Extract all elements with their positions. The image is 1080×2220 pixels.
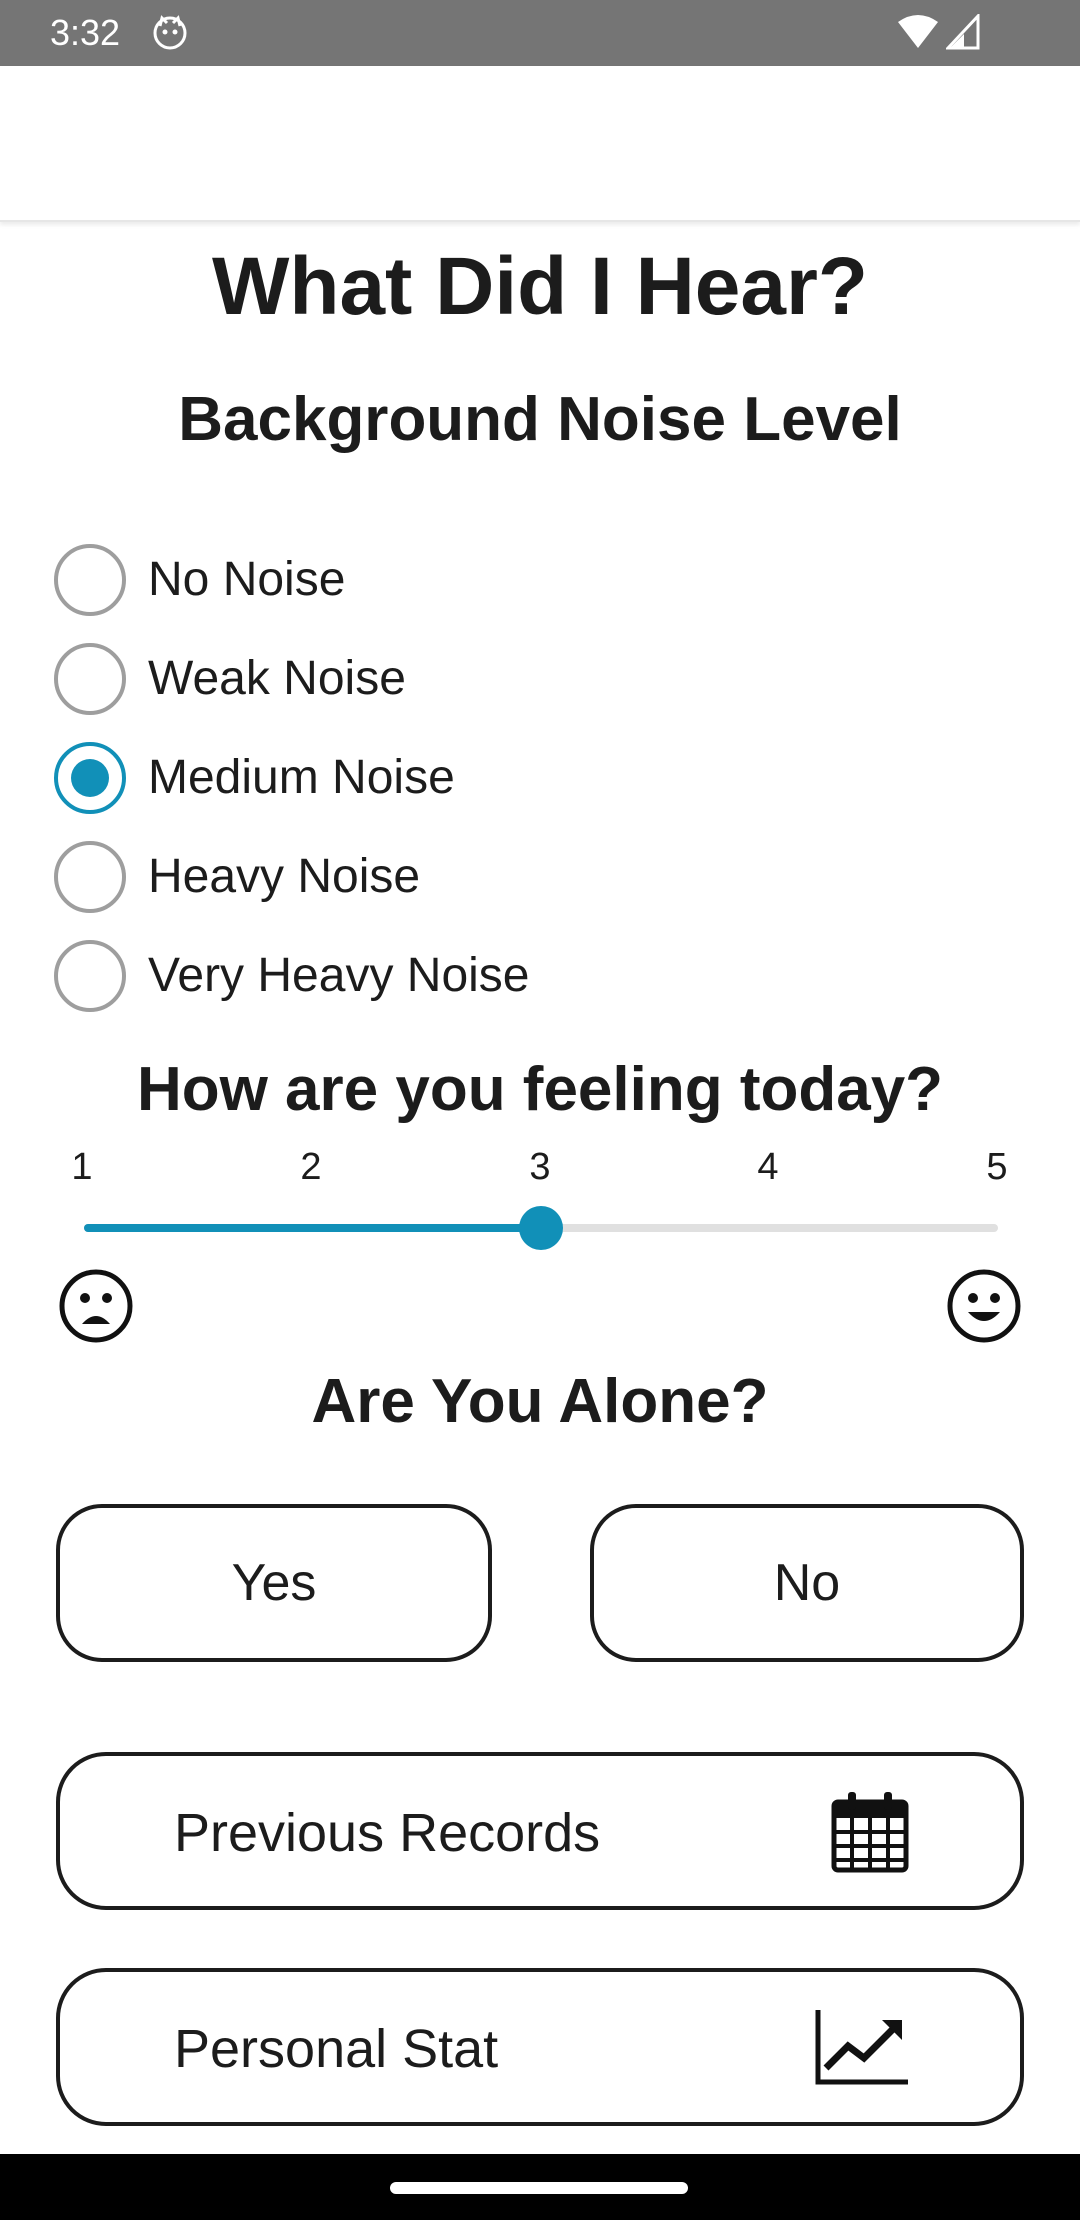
feeling-slider[interactable] <box>84 1206 998 1250</box>
radio-option-no-noise[interactable]: No Noise <box>54 530 530 629</box>
radio-label: Heavy Noise <box>148 850 421 903</box>
radio-button[interactable] <box>54 939 126 1012</box>
slider-tick-label: 4 <box>757 1146 779 1188</box>
radio-option-weak-noise[interactable]: Weak Noise <box>54 629 530 728</box>
personal-stat-button[interactable]: Personal Stat <box>56 1968 1024 2126</box>
cell-signal-icon <box>946 14 980 50</box>
happy-face-icon <box>946 1268 1022 1349</box>
slider-tick-label: 5 <box>986 1146 1008 1188</box>
slider-tick-labels: 1 2 3 4 5 <box>0 1146 1080 1196</box>
radio-button[interactable] <box>54 543 126 616</box>
noise-section-title: Background Noise Level <box>178 385 902 454</box>
radio-option-heavy-noise[interactable]: Heavy Noise <box>54 827 530 926</box>
status-time: 3:32 <box>50 12 121 53</box>
navigation-bar <box>0 2154 1080 2220</box>
alone-section-title: Are You Alone? <box>311 1367 769 1436</box>
radio-label: No Noise <box>148 553 346 606</box>
status-bar: 3:32 <box>0 0 1080 66</box>
calendar-icon <box>830 1790 910 1879</box>
radio-option-medium-noise[interactable]: Medium Noise <box>54 728 530 827</box>
slider-tick-label: 2 <box>300 1146 322 1188</box>
radio-button[interactable] <box>54 840 126 913</box>
radio-button[interactable] <box>54 642 126 715</box>
previous-records-label: Previous Records <box>174 1803 601 1863</box>
app-bar <box>0 66 1080 222</box>
slider-tick-label: 1 <box>71 1146 93 1188</box>
personal-stat-label: Personal Stat <box>174 2019 499 2079</box>
sad-face-icon <box>58 1268 134 1349</box>
slider-tick-label: 3 <box>529 1146 551 1188</box>
no-button[interactable]: No <box>590 1504 1024 1662</box>
radio-label: Very Heavy Noise <box>148 949 530 1002</box>
yes-button[interactable]: Yes <box>56 1504 492 1662</box>
notification-cat-icon <box>152 14 188 55</box>
slider-active-track <box>84 1224 541 1232</box>
radio-button-selected[interactable] <box>54 741 126 814</box>
previous-records-button[interactable]: Previous Records <box>56 1752 1024 1910</box>
feeling-section-title: How are you feeling today? <box>136 1055 944 1124</box>
trending-up-chart-icon <box>814 2006 910 2091</box>
home-gesture-handle[interactable] <box>390 2182 688 2194</box>
radio-option-very-heavy-noise[interactable]: Very Heavy Noise <box>54 926 530 1025</box>
radio-label: Weak Noise <box>148 652 406 705</box>
page-title: What Did I Hear? <box>211 241 869 332</box>
slider-thumb[interactable] <box>519 1206 563 1250</box>
wifi-icon <box>898 15 938 48</box>
radio-label: Medium Noise <box>148 751 455 804</box>
noise-radio-group: No Noise Weak Noise Medium Noise Heavy N… <box>54 530 530 1025</box>
status-icons <box>898 14 980 50</box>
